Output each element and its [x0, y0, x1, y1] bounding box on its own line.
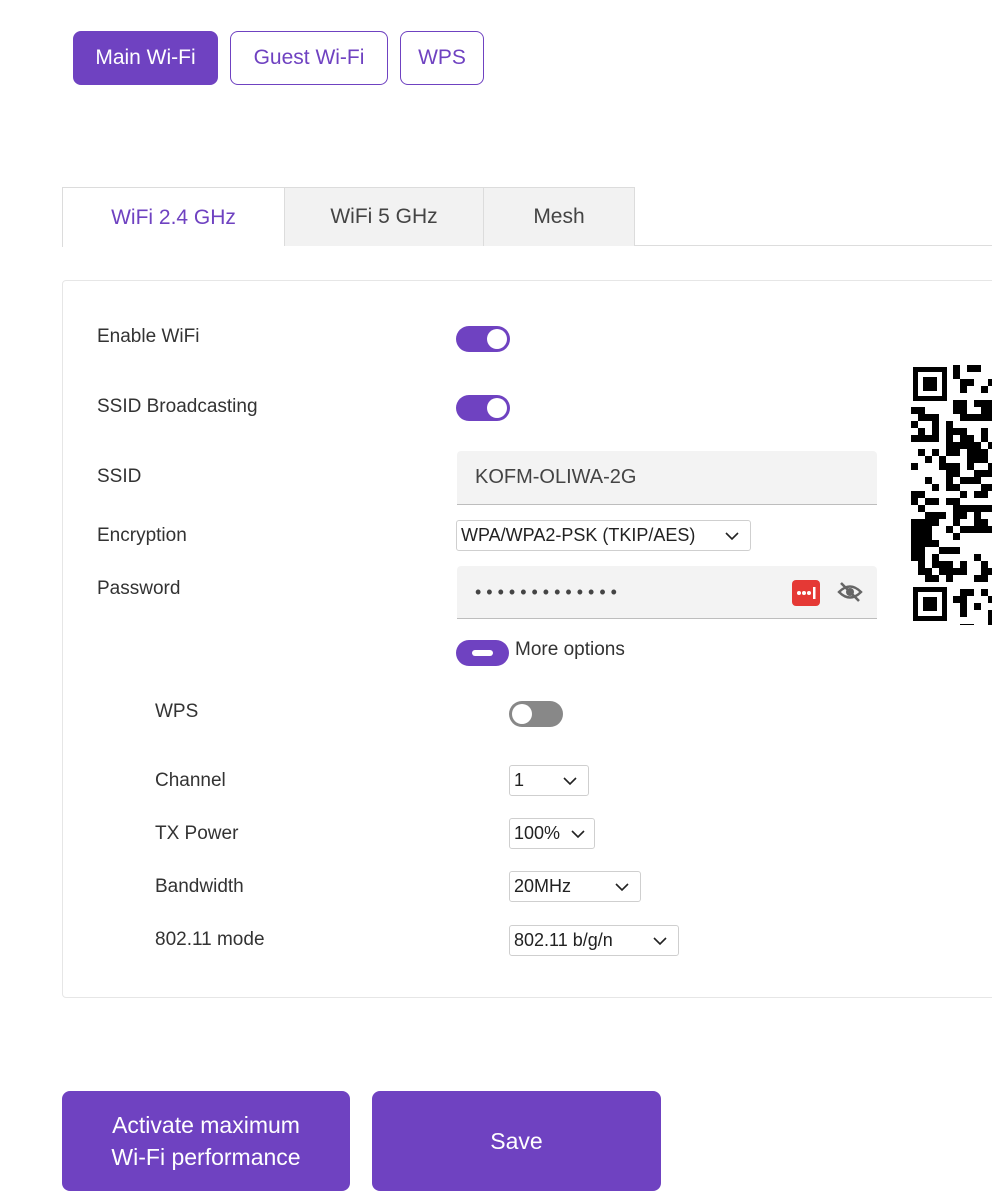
- tab-main-wifi[interactable]: Main Wi-Fi: [73, 31, 218, 85]
- encryption-label: Encryption: [97, 525, 187, 546]
- encryption-value: WPA/WPA2-PSK (TKIP/AES): [461, 525, 696, 545]
- chevron-down-icon: [725, 532, 739, 541]
- chevron-down-icon: [653, 937, 667, 946]
- enable-wifi-toggle[interactable]: [456, 326, 510, 352]
- password-label: Password: [97, 578, 181, 599]
- activate-max-performance-button[interactable]: Activate maximum Wi-Fi performance: [62, 1091, 350, 1191]
- tab-guest-wifi[interactable]: Guest Wi-Fi: [230, 31, 388, 85]
- mode-value: 802.11 b/g/n: [514, 930, 613, 950]
- mode-label: 802.11 mode: [155, 929, 265, 950]
- ssid-broadcasting-label: SSID Broadcasting: [97, 396, 258, 417]
- eye-off-icon[interactable]: [837, 581, 863, 603]
- save-button[interactable]: Save: [372, 1091, 661, 1191]
- minus-icon: [472, 650, 493, 656]
- password-manager-icon[interactable]: [792, 580, 822, 606]
- wps-toggle[interactable]: [509, 701, 563, 727]
- tx-power-select[interactable]: 100%: [509, 818, 595, 849]
- tab-wifi-5ghz[interactable]: WiFi 5 GHz: [284, 187, 484, 246]
- tx-power-value: 100%: [514, 823, 561, 843]
- password-value: •••••••••••••: [475, 581, 622, 602]
- tab-wifi-24ghz[interactable]: WiFi 2.4 GHz: [62, 187, 284, 247]
- save-label: Save: [490, 1128, 543, 1154]
- bandwidth-label: Bandwidth: [155, 876, 244, 897]
- ssid-broadcasting-toggle[interactable]: [456, 395, 510, 421]
- chevron-down-icon: [615, 883, 629, 892]
- toggle-knob: [487, 329, 507, 349]
- encryption-select[interactable]: WPA/WPA2-PSK (TKIP/AES): [456, 520, 751, 551]
- wps-label: WPS: [155, 701, 199, 722]
- band-tabs: WiFi 2.4 GHz WiFi 5 GHz Mesh: [62, 187, 992, 247]
- qr-code: [911, 365, 992, 625]
- channel-label: Channel: [155, 770, 226, 791]
- tab-wps[interactable]: WPS: [400, 31, 484, 85]
- more-options-toggle[interactable]: [456, 640, 509, 666]
- tx-power-label: TX Power: [155, 823, 239, 844]
- toggle-knob: [487, 398, 507, 418]
- ssid-input[interactable]: KOFM-OLIWA-2G: [457, 451, 877, 505]
- activate-max-performance-label: Activate maximum Wi-Fi performance: [111, 1112, 301, 1170]
- chevron-down-icon: [571, 830, 585, 839]
- more-options-label[interactable]: More options: [515, 639, 625, 661]
- tab-mesh[interactable]: Mesh: [483, 187, 635, 246]
- ssid-label: SSID: [97, 466, 142, 487]
- chevron-down-icon: [563, 777, 577, 786]
- bandwidth-select[interactable]: 20MHz: [509, 871, 641, 902]
- mode-select[interactable]: 802.11 b/g/n: [509, 925, 679, 956]
- enable-wifi-label: Enable WiFi: [97, 326, 200, 347]
- toggle-knob: [512, 704, 532, 724]
- channel-select[interactable]: 1: [509, 765, 589, 796]
- channel-value: 1: [514, 770, 525, 790]
- bandwidth-value: 20MHz: [514, 876, 572, 896]
